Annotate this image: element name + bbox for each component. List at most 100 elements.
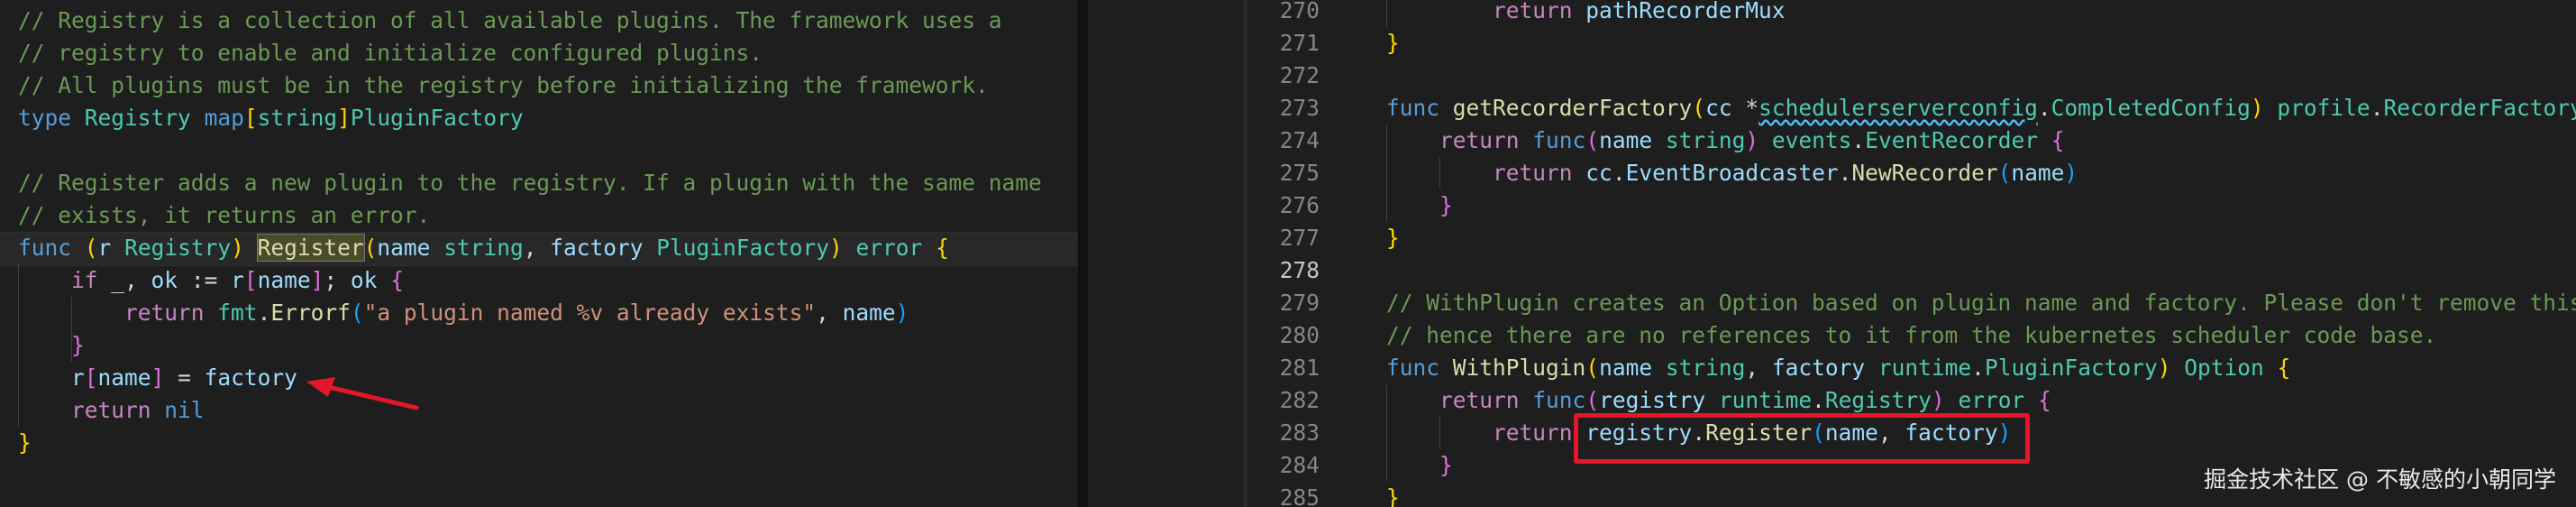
code-token: name: [1599, 127, 1653, 153]
code-line[interactable]: }: [1386, 27, 1400, 60]
code-line[interactable]: }: [1386, 449, 1453, 482]
code-token: ): [1745, 127, 1759, 153]
code-token: string: [443, 235, 524, 261]
line-number: 275: [1279, 160, 1320, 186]
code-token: factory: [1771, 355, 1866, 381]
code-line[interactable]: }: [18, 329, 85, 362]
code-token: func: [1532, 127, 1586, 153]
code-line[interactable]: return func(registry runtime.Registry) e…: [1386, 384, 2051, 417]
code-token: // WithPlugin creates an Option based on…: [1386, 290, 2576, 316]
code-line[interactable]: }: [18, 427, 32, 459]
line-number: 270: [1279, 0, 1320, 23]
code-token: events: [1771, 127, 1852, 153]
code-token: return: [1493, 0, 1573, 23]
code-token: }: [1439, 192, 1453, 218]
code-token: PluginFactory: [656, 235, 830, 261]
code-editor-screenshot: // Registry is a collection of all avail…: [0, 0, 2576, 507]
code-line[interactable]: func getRecorderFactory(cc *schedulerser…: [1386, 92, 2576, 124]
red-highlight-box: [1574, 413, 2030, 464]
code-token: ): [2064, 160, 2078, 186]
code-token: ): [2157, 355, 2171, 381]
code-token: factory: [550, 235, 644, 261]
code-token: cc: [1705, 95, 1732, 121]
code-token: =: [164, 364, 205, 391]
line-number: 277: [1279, 225, 1320, 251]
code-line[interactable]: // hence there are no references to it f…: [1386, 319, 2436, 352]
code-line[interactable]: // All plugins must be in the registry b…: [18, 69, 989, 102]
code-token: return: [1439, 387, 1520, 413]
code-token: map: [204, 105, 244, 131]
code-token: .: [1838, 160, 1852, 186]
code-line[interactable]: }: [1386, 222, 1400, 254]
code-line[interactable]: type Registry map[string]PluginFactory: [18, 102, 524, 134]
code-token: runtime: [1877, 355, 1972, 381]
code-token: EventBroadcaster: [1625, 160, 1839, 186]
code-line[interactable]: }: [1386, 189, 1453, 222]
code-token: {: [936, 235, 949, 261]
code-token: ,: [523, 235, 551, 261]
code-token: ;: [324, 267, 351, 293]
code-token: ]: [151, 364, 165, 391]
line-number: 282: [1279, 387, 1320, 413]
code-token: cc: [1585, 160, 1612, 186]
code-line[interactable]: return cc.EventBroadcaster.NewRecorder(n…: [1386, 157, 2078, 189]
code-token: return: [1439, 127, 1520, 153]
line-number: 274: [1279, 127, 1320, 153]
left-editor-pane[interactable]: // Registry is a collection of all avail…: [0, 0, 1078, 507]
code-line[interactable]: return nil: [18, 394, 205, 427]
code-token: .: [257, 300, 271, 326]
code-token: r: [71, 364, 85, 391]
code-line[interactable]: r[name] = factory: [18, 362, 297, 394]
line-number: 271: [1279, 30, 1320, 56]
code-line[interactable]: return func(name string) events.EventRec…: [1386, 124, 2064, 157]
code-line[interactable]: }: [1386, 482, 1400, 507]
code-token: (: [1585, 355, 1600, 381]
code-token: "a plugin named %v already exists": [363, 300, 817, 326]
line-number: 272: [1279, 62, 1320, 88]
line-number: 279: [1279, 290, 1320, 316]
code-token: }: [1386, 225, 1400, 251]
code-token: func: [18, 235, 72, 261]
code-token: getRecorderFactory: [1452, 95, 1693, 121]
code-token: ): [1931, 387, 1945, 413]
code-token: Register: [256, 234, 365, 262]
code-line[interactable]: // exists, it returns an error.: [18, 199, 430, 232]
code-token: (: [1585, 127, 1600, 153]
code-line[interactable]: func WithPlugin(name string, factory run…: [1386, 352, 2290, 384]
code-token: runtime: [1718, 387, 1813, 413]
code-line[interactable]: // registry to enable and initialize con…: [18, 37, 763, 69]
code-line[interactable]: // Registry is a collection of all avail…: [18, 5, 1002, 37]
code-token: ok: [350, 267, 378, 293]
line-number: 285: [1279, 484, 1320, 507]
code-token: [: [243, 105, 258, 131]
code-line[interactable]: if _, ok := r[name]; ok {: [18, 264, 404, 297]
code-token: .: [2037, 95, 2051, 121]
code-line[interactable]: // Register adds a new plugin to the reg…: [18, 167, 1042, 199]
code-line[interactable]: return fmt.Errorf("a plugin named %v alr…: [18, 297, 909, 329]
code-token: // registry to enable and initialize con…: [18, 40, 763, 66]
code-line[interactable]: func (r Registry) Register(name string, …: [18, 232, 949, 264]
code-line[interactable]: return pathRecorderMux: [1386, 0, 1786, 27]
code-token: ): [231, 235, 244, 261]
code-token: ]: [337, 105, 351, 131]
editor-split-divider[interactable]: [1078, 0, 1088, 507]
code-token: // exists, it returns an error.: [18, 202, 431, 228]
code-line[interactable]: // WithPlugin creates an Option based on…: [1386, 287, 2576, 319]
